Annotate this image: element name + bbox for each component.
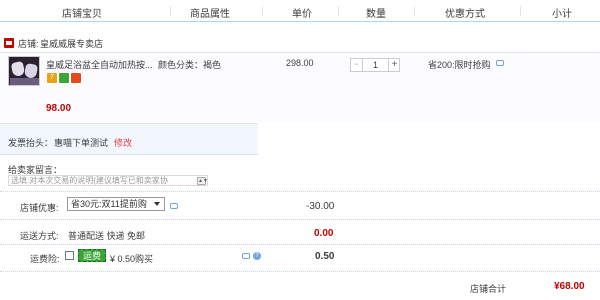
col-header-item: 店铺宝贝 [62, 9, 102, 20]
quantity-stepper: - 1 + [350, 58, 400, 72]
shipping-amount: 0.00 [314, 228, 334, 239]
promo-info-icon[interactable] [496, 60, 504, 66]
insurance-chat-icon[interactable] [242, 253, 250, 259]
product-thumbnail[interactable] [8, 56, 40, 86]
invoice-edit-link[interactable]: 修改 [114, 136, 132, 149]
help-icon[interactable]: ? [253, 252, 261, 260]
discount-amount: -30.00 [306, 201, 335, 212]
shop-label: 店铺: [18, 39, 39, 49]
insurance-label: 运费险: [30, 254, 60, 264]
header-divider [170, 6, 171, 16]
qty-input[interactable]: 1 [363, 59, 388, 71]
header-divider [414, 6, 415, 16]
discount-select[interactable]: 省30元:双11提前购 [67, 197, 165, 211]
guarantee-icon[interactable] [59, 73, 69, 83]
invoice-label: 发票抬头： [8, 138, 54, 148]
header-divider [262, 6, 263, 16]
unit-price: 298.00 [286, 58, 314, 68]
message-placeholder: 选填:对本次交易的说明(建议填写已和卖家协 [11, 176, 168, 185]
insurance-checkbox[interactable] [65, 251, 74, 260]
shipping-label: 运送方式: [20, 231, 59, 241]
col-header-qty: 数量 [366, 9, 386, 20]
chevron-down-icon [154, 202, 160, 206]
slipper-shape [23, 63, 39, 79]
qty-decrease-button[interactable]: - [351, 59, 363, 71]
col-header-attrs: 商品属性 [190, 9, 230, 20]
row-divider [0, 244, 600, 245]
header-divider [338, 6, 339, 16]
product-title-link[interactable]: 皇威足浴盆全自动加热按... [46, 58, 153, 71]
insurance-price: ¥ 0.50购买 [110, 254, 154, 264]
product-attribute: 颜色分类：褐色 [158, 60, 222, 70]
col-header-price: 单价 [292, 9, 312, 20]
slipper-shape [10, 60, 26, 78]
col-header-subtotal: 小计 [552, 9, 572, 20]
spinner-icon[interactable]: ▲▼ [197, 177, 208, 185]
row-divider [0, 219, 600, 220]
shop-total-label: 店铺合计 [470, 284, 507, 294]
thumb-base [10, 78, 39, 85]
row-divider [0, 271, 600, 272]
item-subtotal: 98.00 [46, 103, 72, 114]
message-input[interactable]: 选填:对本次交易的说明(建议填写已和卖家协 ▲▼ [8, 175, 208, 186]
col-header-promo: 优惠方式 [445, 9, 485, 20]
qty-increase-button[interactable]: + [388, 59, 400, 71]
shipping-method: 普通配送 快递 免邮 [68, 231, 146, 241]
discount-selected-value: 省30元:双11提前购 [71, 199, 147, 209]
shop-total-bar [0, 276, 600, 300]
shop-icon [4, 38, 14, 48]
seven-day-return-icon[interactable]: 7 [47, 73, 57, 83]
discount-info-icon[interactable] [170, 203, 178, 209]
invoice-value: 惠喵下单测试 [54, 138, 109, 148]
header-divider [520, 6, 521, 16]
insurance-badge: 运费险 [78, 249, 106, 274]
shop-total-value: ¥68.00 [554, 281, 585, 292]
credit-card-icon[interactable] [71, 73, 81, 83]
shop-name-link[interactable]: 皇威威展专卖店 [40, 37, 103, 50]
promo-text: 省200:限时抢购 [428, 60, 491, 70]
row-divider [0, 191, 600, 192]
discount-label: 店铺优惠: [20, 203, 59, 213]
table-header: 店铺宝贝 商品属性 单价 数量 优惠方式 小计 [0, 0, 600, 22]
insurance-amount: 0.50 [315, 251, 335, 262]
